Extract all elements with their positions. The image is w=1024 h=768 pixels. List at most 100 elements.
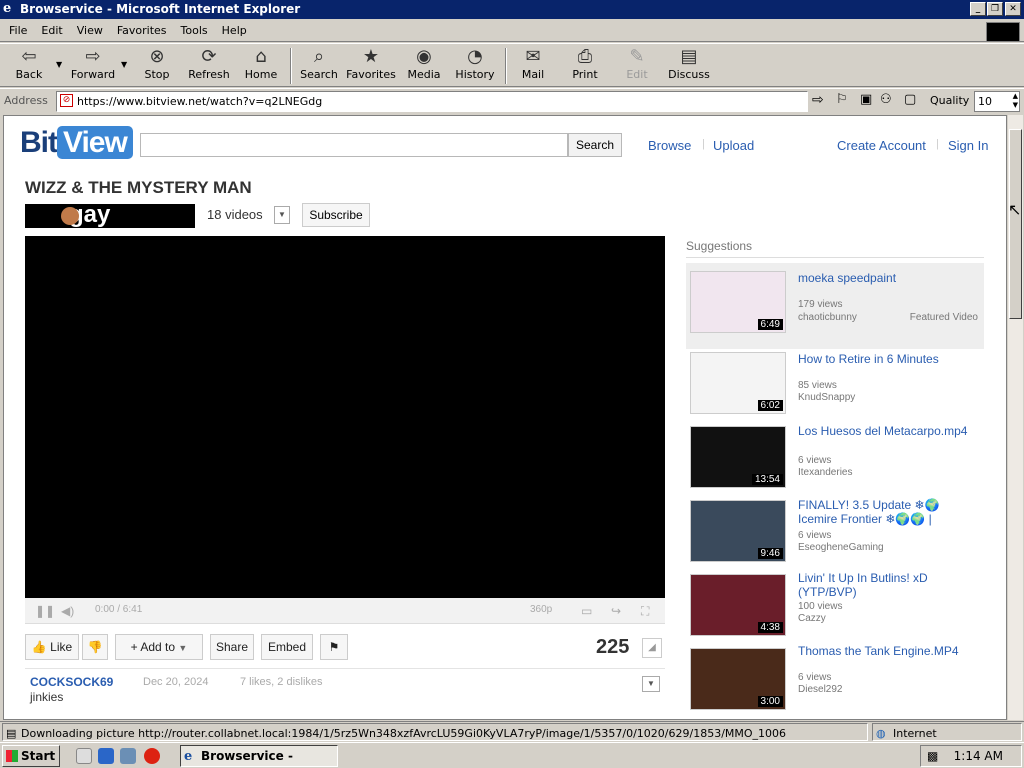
- favorites-button[interactable]: ★ Favorites: [344, 46, 398, 86]
- suggestion-author: Itexanderies: [798, 467, 853, 478]
- upload-link[interactable]: Upload: [713, 138, 754, 153]
- windows-logo-icon: [986, 22, 1020, 42]
- flag-button[interactable]: ⚑: [320, 634, 348, 660]
- suggestion-item[interactable]: 3:00 Thomas the Tank Engine.MP4 6 views …: [686, 640, 984, 716]
- volume-icon[interactable]: ◀): [61, 604, 74, 618]
- back-dropdown-icon[interactable]: ▼: [56, 60, 62, 69]
- clipboard-icon[interactable]: ▢: [904, 92, 916, 107]
- suggestion-title[interactable]: Los Huesos del Metacarpo.mp4: [798, 424, 982, 438]
- suggestion-item[interactable]: 6:02 How to Retire in 6 Minutes 85 views…: [686, 344, 984, 420]
- history-button[interactable]: ◔ History: [452, 46, 498, 86]
- system-tray: ▩ 1:14 AM: [920, 745, 1022, 767]
- suggestion-thumbnail: 6:02: [690, 352, 786, 414]
- site-search-button[interactable]: Search: [568, 133, 622, 157]
- suggestion-thumbnail: 13:54: [690, 426, 786, 488]
- print-button[interactable]: ⎙ Print: [564, 46, 606, 86]
- search-button[interactable]: ⌕ Search: [298, 46, 340, 86]
- suggestion-thumbnail: 6:49: [690, 271, 786, 333]
- volume-tray-icon[interactable]: ▩: [927, 746, 938, 766]
- suggestion-title[interactable]: moeka speedpaint: [798, 271, 982, 285]
- show-desktop-icon[interactable]: [76, 748, 92, 764]
- menu-tools[interactable]: Tools: [172, 20, 213, 37]
- embed-button[interactable]: Embed: [261, 634, 313, 660]
- home-button[interactable]: ⌂ Home: [240, 46, 282, 86]
- sign-in-link[interactable]: Sign In: [948, 138, 988, 153]
- network-quicklaunch-icon[interactable]: [120, 748, 136, 764]
- menu-file[interactable]: File: [0, 20, 32, 37]
- channel-avatar: [61, 207, 79, 225]
- bitview-logo[interactable]: Bit View: [20, 126, 133, 160]
- fullscreen-icon[interactable]: ⛶: [641, 604, 649, 619]
- minimize-button[interactable]: _: [970, 2, 986, 16]
- close-button[interactable]: ✕: [1005, 2, 1021, 16]
- site-search-input[interactable]: [140, 133, 568, 157]
- menu-favorites[interactable]: Favorites: [108, 20, 172, 37]
- refresh-icon: ⟳: [201, 46, 217, 67]
- bookmark-icon[interactable]: ⚐: [836, 92, 848, 107]
- go-arrow-icon[interactable]: ⇨: [812, 92, 824, 108]
- forward-dropdown-icon[interactable]: ▼: [121, 60, 127, 69]
- address-bar: Address ⊘ https://www.bitview.net/watch?…: [0, 88, 1024, 114]
- channel-banner[interactable]: gay: [25, 203, 195, 228]
- create-account-link[interactable]: Create Account: [837, 138, 926, 153]
- maximize-button[interactable]: ❐: [987, 2, 1003, 16]
- suggestion-item[interactable]: 9:46 FINALLY! 3.5 Update ❄🌍 Icemire Fron…: [686, 492, 984, 568]
- address-input[interactable]: ⊘ https://www.bitview.net/watch?v=q2LNEG…: [56, 91, 808, 112]
- spinner-arrows-icon[interactable]: ▲ ▼: [1013, 92, 1018, 110]
- pause-icon[interactable]: ❚❚: [35, 604, 55, 618]
- stats-icon[interactable]: ◢: [642, 638, 662, 658]
- subscribe-button[interactable]: Subscribe: [302, 203, 370, 227]
- suggestions-heading: Suggestions: [686, 239, 753, 253]
- ie-app-icon: e: [3, 1, 12, 16]
- media-button[interactable]: ◉ Media: [404, 46, 444, 86]
- suggestion-title[interactable]: Livin' It Up In Butlins! xD (YTP/BVP): [798, 571, 982, 599]
- window-title-bar[interactable]: e Browservice - Microsoft Internet Explo…: [0, 0, 1024, 19]
- suggestion-title[interactable]: How to Retire in 6 Minutes: [798, 352, 982, 366]
- uploader-name[interactable]: COCKSOCK69: [30, 675, 113, 689]
- refresh-button[interactable]: ⟳ Refresh: [186, 46, 232, 86]
- add-to-button[interactable]: + Add to ▼: [115, 634, 203, 660]
- start-button[interactable]: Start: [2, 745, 60, 767]
- back-button[interactable]: ⇦ Back: [8, 46, 50, 86]
- globe-icon: ◍: [876, 727, 886, 740]
- stop-button[interactable]: ⊗ Stop: [136, 46, 178, 86]
- ie-quicklaunch-icon[interactable]: [98, 748, 114, 764]
- suggestion-thumbnail: 9:46: [690, 500, 786, 562]
- discuss-button[interactable]: ▤ Discuss: [666, 46, 712, 86]
- video-title: WIZZ & THE MYSTERY MAN: [25, 178, 252, 197]
- menu-help[interactable]: Help: [213, 20, 252, 37]
- like-button[interactable]: 👍 Like: [25, 634, 79, 660]
- taskbar-browser-button[interactable]: e Browservice - Micro...: [180, 745, 338, 767]
- suggestion-views: 85 views: [798, 380, 837, 391]
- scrollbar-thumb[interactable]: [1009, 129, 1022, 319]
- channel-expand-icon[interactable]: ▼: [274, 206, 290, 224]
- opera-quicklaunch-icon[interactable]: [144, 748, 160, 764]
- forward-button[interactable]: ⇨ Forward: [68, 46, 118, 86]
- mail-button[interactable]: ✉ Mail: [512, 46, 554, 86]
- zoom-icon[interactable]: ▣: [860, 92, 872, 107]
- dislike-button[interactable]: 👎: [82, 634, 108, 660]
- suggestion-title[interactable]: FINALLY! 3.5 Update ❄🌍 Icemire Frontier …: [798, 498, 982, 526]
- share-arrow-icon[interactable]: ↪: [611, 604, 621, 618]
- share-button[interactable]: Share: [210, 634, 254, 660]
- quality-selector[interactable]: 360p: [530, 604, 552, 615]
- find-icon[interactable]: ⚇: [880, 92, 892, 107]
- description-expand-icon[interactable]: ▼: [642, 676, 660, 692]
- theater-mode-icon[interactable]: ▭: [581, 604, 592, 618]
- thumbs-up-icon: 👍: [31, 640, 47, 654]
- suggestion-item[interactable]: 13:54 Los Huesos del Metacarpo.mp4 6 vie…: [686, 418, 984, 494]
- suggestion-item[interactable]: 6:49 moeka speedpaint 179 views chaoticb…: [686, 263, 984, 349]
- menu-view[interactable]: View: [68, 20, 108, 37]
- edit-button: ✎ Edit: [616, 46, 658, 86]
- menu-edit[interactable]: Edit: [32, 20, 67, 37]
- video-player[interactable]: [25, 236, 665, 598]
- clock[interactable]: 1:14 AM: [954, 749, 1003, 763]
- divider: [25, 668, 665, 669]
- suggestion-item[interactable]: 4:38 Livin' It Up In Butlins! xD (YTP/BV…: [686, 566, 984, 642]
- window-title: Browservice - Microsoft Internet Explore…: [20, 2, 301, 16]
- browse-link[interactable]: Browse: [648, 138, 691, 153]
- suggestions-divider: [686, 257, 984, 258]
- home-icon: ⌂: [255, 46, 267, 67]
- suggestion-title[interactable]: Thomas the Tank Engine.MP4: [798, 644, 982, 658]
- quality-spinner[interactable]: 10 ▲ ▼: [974, 91, 1020, 112]
